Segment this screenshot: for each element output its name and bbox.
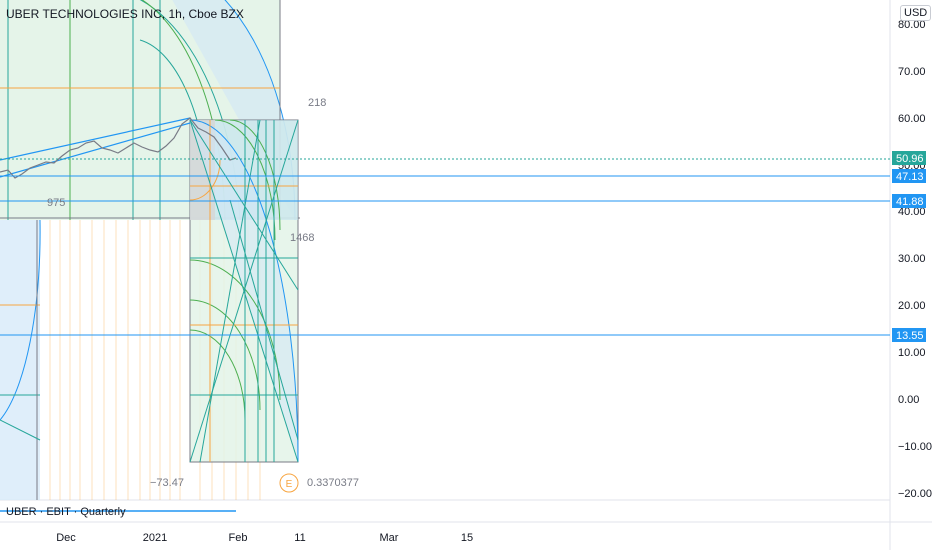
time-tick-label: Mar [380,532,399,544]
indicator-legend[interactable]: UBER · EBIT · Quarterly [6,506,126,518]
price-tick-label: −20.00 [898,488,932,500]
time-tick-label: Feb [229,532,248,544]
price-tick-label: 60.00 [898,113,926,125]
price-tag-value: 13.55 [896,330,924,342]
time-tick-label: 11 [294,532,305,544]
chart-canvas[interactable]: 218 975 1468 −73.47 0.3370377 E 80.0070.… [0,0,932,550]
bars-count-label: 975 [47,197,65,209]
price-tag-value: 47.13 [896,171,924,183]
time-axis[interactable]: Dec 2021 Feb 11 Mar 15 [56,532,473,544]
time-tick-label: 2021 [143,532,167,544]
price-tag-value: 50.96 [896,153,924,165]
fib-zone-left-lower[interactable] [0,220,40,500]
low-value-label: −73.47 [150,477,184,489]
price-tick-label: 0.00 [898,394,919,406]
bars-count-label: 218 [308,97,326,109]
time-tick-label: 15 [461,532,473,544]
currency-button[interactable]: USD [900,5,932,21]
price-tag: 41.88 [892,194,926,208]
bars-count-label: 1468 [290,232,314,244]
price-axis[interactable]: 80.0070.0060.0050.0040.0030.0020.0010.00… [898,19,932,500]
price-tags: 50.96 47.13 41.88 13.55 [892,151,926,342]
price-tag: 50.96 [892,151,926,165]
ratio-label: 0.3370377 [307,477,359,489]
price-tag: 47.13 [892,169,926,183]
price-tag: 13.55 [892,328,926,342]
price-tick-label: −10.00 [898,441,932,453]
price-tick-label: 20.00 [898,300,926,312]
symbol-title[interactable]: UBER TECHNOLOGIES INC, 1h, Cboe BZX [6,7,244,21]
time-tick-label: Dec [56,532,76,544]
price-tick-label: 30.00 [898,253,926,265]
price-tag-value: 41.88 [896,196,924,208]
price-tick-label: 10.00 [898,347,926,359]
drawings-layer [0,0,890,512]
earnings-marker-text: E [286,479,293,490]
price-tick-label: 70.00 [898,66,926,78]
